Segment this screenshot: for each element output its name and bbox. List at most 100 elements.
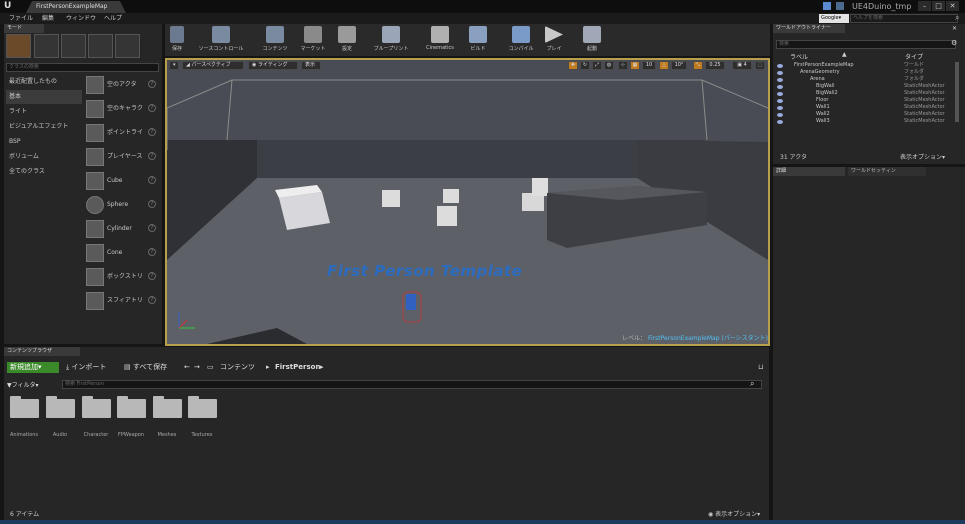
- folder-label[interactable]: FPWeapon: [113, 432, 149, 438]
- eye-icon[interactable]: [777, 64, 783, 68]
- outliner-row[interactable]: BigWall2 StaticMeshActor: [774, 90, 954, 97]
- scale-tool-icon[interactable]: ⤢: [592, 61, 602, 70]
- modes-tab[interactable]: モード: [4, 24, 44, 33]
- folder-icon[interactable]: [10, 396, 39, 418]
- eye-icon[interactable]: [777, 106, 783, 110]
- category-volumes[interactable]: ボリューム: [6, 150, 82, 164]
- menu-file[interactable]: ファイル: [9, 13, 33, 24]
- outliner-scrollbar[interactable]: [955, 62, 959, 122]
- outliner-row[interactable]: Arena フォルダ: [774, 76, 954, 83]
- outliner-row[interactable]: ArenaGeometry フォルダ: [774, 69, 954, 76]
- folder-label[interactable]: Character: [78, 432, 114, 438]
- close-button[interactable]: ✕: [946, 1, 959, 11]
- help-search-input[interactable]: ヘルプを検索: [850, 14, 958, 23]
- folder-label[interactable]: Meshes: [149, 432, 185, 438]
- compile-button[interactable]: コンパイル: [505, 26, 537, 54]
- outliner-row[interactable]: BigWall StaticMeshActor: [774, 83, 954, 90]
- viewport-scene[interactable]: [167, 60, 768, 344]
- category-recent[interactable]: 最近配置したもの: [6, 75, 82, 89]
- eye-icon[interactable]: [777, 113, 783, 117]
- outliner-settings-icon[interactable]: ⚙: [951, 39, 957, 47]
- menu-edit[interactable]: 編集: [42, 13, 54, 24]
- search-icon[interactable]: ⌕: [750, 379, 754, 389]
- maximize-viewport-icon[interactable]: ⬚: [755, 61, 765, 70]
- marketplace-button[interactable]: マーケット: [298, 26, 328, 54]
- source-status-icon[interactable]: [836, 2, 844, 10]
- blueprints-button[interactable]: ブループリント: [368, 26, 414, 54]
- content-button[interactable]: コンテンツ: [262, 26, 288, 54]
- world-outliner-tab[interactable]: ワールドアウトライナー: [773, 24, 845, 33]
- save-button[interactable]: 保存: [169, 26, 185, 54]
- place-mode-icon[interactable]: [6, 34, 31, 58]
- outliner-row[interactable]: Wall1 StaticMeshActor: [774, 104, 954, 111]
- help-icon[interactable]: ?: [148, 296, 156, 304]
- folder-icon[interactable]: [188, 396, 217, 418]
- save-all-button[interactable]: ▤ すべて保存: [124, 363, 167, 372]
- surface-snap-icon[interactable]: ⊹: [618, 61, 628, 70]
- category-bsp[interactable]: BSP: [6, 135, 82, 149]
- eye-icon[interactable]: [777, 78, 783, 82]
- place-item-sphere[interactable]: Sphere?: [84, 194, 160, 216]
- play-button[interactable]: プレイ: [543, 26, 565, 54]
- history-back-icon[interactable]: ←: [184, 363, 190, 372]
- content-search-input[interactable]: 検索 FirstPerson: [62, 380, 762, 389]
- level-tab[interactable]: FirstPersonExampleMap: [26, 1, 126, 13]
- menu-window[interactable]: ウィンドウ: [66, 13, 96, 24]
- class-search-input[interactable]: クラスの検索: [6, 63, 159, 72]
- sort-arrow-icon[interactable]: ▲: [842, 51, 847, 58]
- world-space-icon[interactable]: ◍: [604, 61, 614, 70]
- lock-icon[interactable]: ⊔: [758, 363, 763, 371]
- help-icon[interactable]: ?: [148, 80, 156, 88]
- minimize-button[interactable]: –: [918, 1, 931, 11]
- category-visual-effects[interactable]: ビジュアルエフェクト: [6, 120, 82, 134]
- add-new-button[interactable]: 新規追加▾: [7, 362, 59, 373]
- help-icon[interactable]: ?: [148, 176, 156, 184]
- content-view-options-button[interactable]: ◉ 表示オプション▾: [708, 509, 760, 518]
- launch-button[interactable]: 起動: [581, 26, 603, 54]
- level-name-link[interactable]: FirstPersonExampleMap (パーシスタント): [648, 333, 768, 342]
- cube-mesh[interactable]: [382, 190, 400, 207]
- folder-icon[interactable]: [117, 396, 146, 418]
- geometry-mode-icon[interactable]: [115, 34, 140, 58]
- eye-icon[interactable]: [777, 120, 783, 124]
- path-root[interactable]: コンテンツ: [220, 363, 255, 372]
- world-settings-tab[interactable]: ワールドセッティン: [848, 167, 926, 176]
- folder-icon[interactable]: [82, 396, 111, 418]
- eye-icon[interactable]: [777, 99, 783, 103]
- move-tool-icon[interactable]: ✥: [568, 61, 578, 70]
- camera-speed-button[interactable]: ▣ 4: [732, 61, 752, 70]
- landscape-mode-icon[interactable]: [61, 34, 86, 58]
- content-browser-tab[interactable]: コンテンツブラウザ: [4, 347, 80, 356]
- cube-mesh[interactable]: [443, 189, 459, 203]
- help-icon[interactable]: ?: [148, 200, 156, 208]
- build-button[interactable]: ビルド: [465, 26, 491, 54]
- folder-icon[interactable]: [153, 396, 182, 418]
- eye-icon[interactable]: [777, 85, 783, 89]
- place-item-empty-actor[interactable]: 空のアクタ?: [84, 74, 160, 96]
- outliner-row[interactable]: Wall3 StaticMeshActor: [774, 118, 954, 125]
- notification-icon[interactable]: [823, 2, 831, 10]
- details-tab[interactable]: 詳細: [773, 167, 845, 176]
- folder-label[interactable]: Textures: [184, 432, 220, 438]
- place-item-cone[interactable]: Cone?: [84, 242, 160, 264]
- rotation-snap-icon[interactable]: △: [659, 61, 669, 70]
- place-item-cube[interactable]: Cube?: [84, 170, 160, 192]
- help-icon[interactable]: ?: [148, 152, 156, 160]
- perspective-button[interactable]: ◢ パースペクティブ: [182, 61, 244, 70]
- help-icon[interactable]: ?: [148, 248, 156, 256]
- eye-icon[interactable]: [777, 71, 783, 75]
- place-item-sphere-trigger[interactable]: スフィアトリ?: [84, 290, 160, 312]
- help-icon[interactable]: ?: [148, 272, 156, 280]
- place-item-cylinder[interactable]: Cylinder?: [84, 218, 160, 240]
- grid-snap-value[interactable]: 10: [642, 61, 656, 70]
- place-item-point-light[interactable]: ポイントライ?: [84, 122, 160, 144]
- history-forward-icon[interactable]: →: [194, 363, 200, 372]
- path-current[interactable]: FirstPerson: [275, 363, 320, 372]
- close-tab-icon[interactable]: ✕: [952, 25, 957, 32]
- category-lights[interactable]: ライト: [6, 105, 82, 119]
- scale-snap-icon[interactable]: ⤡: [693, 61, 703, 70]
- place-item-player-start[interactable]: プレイヤース?: [84, 146, 160, 168]
- help-icon[interactable]: ?: [148, 128, 156, 136]
- rotate-tool-icon[interactable]: ↻: [580, 61, 590, 70]
- place-item-empty-character[interactable]: 空のキャラク?: [84, 98, 160, 120]
